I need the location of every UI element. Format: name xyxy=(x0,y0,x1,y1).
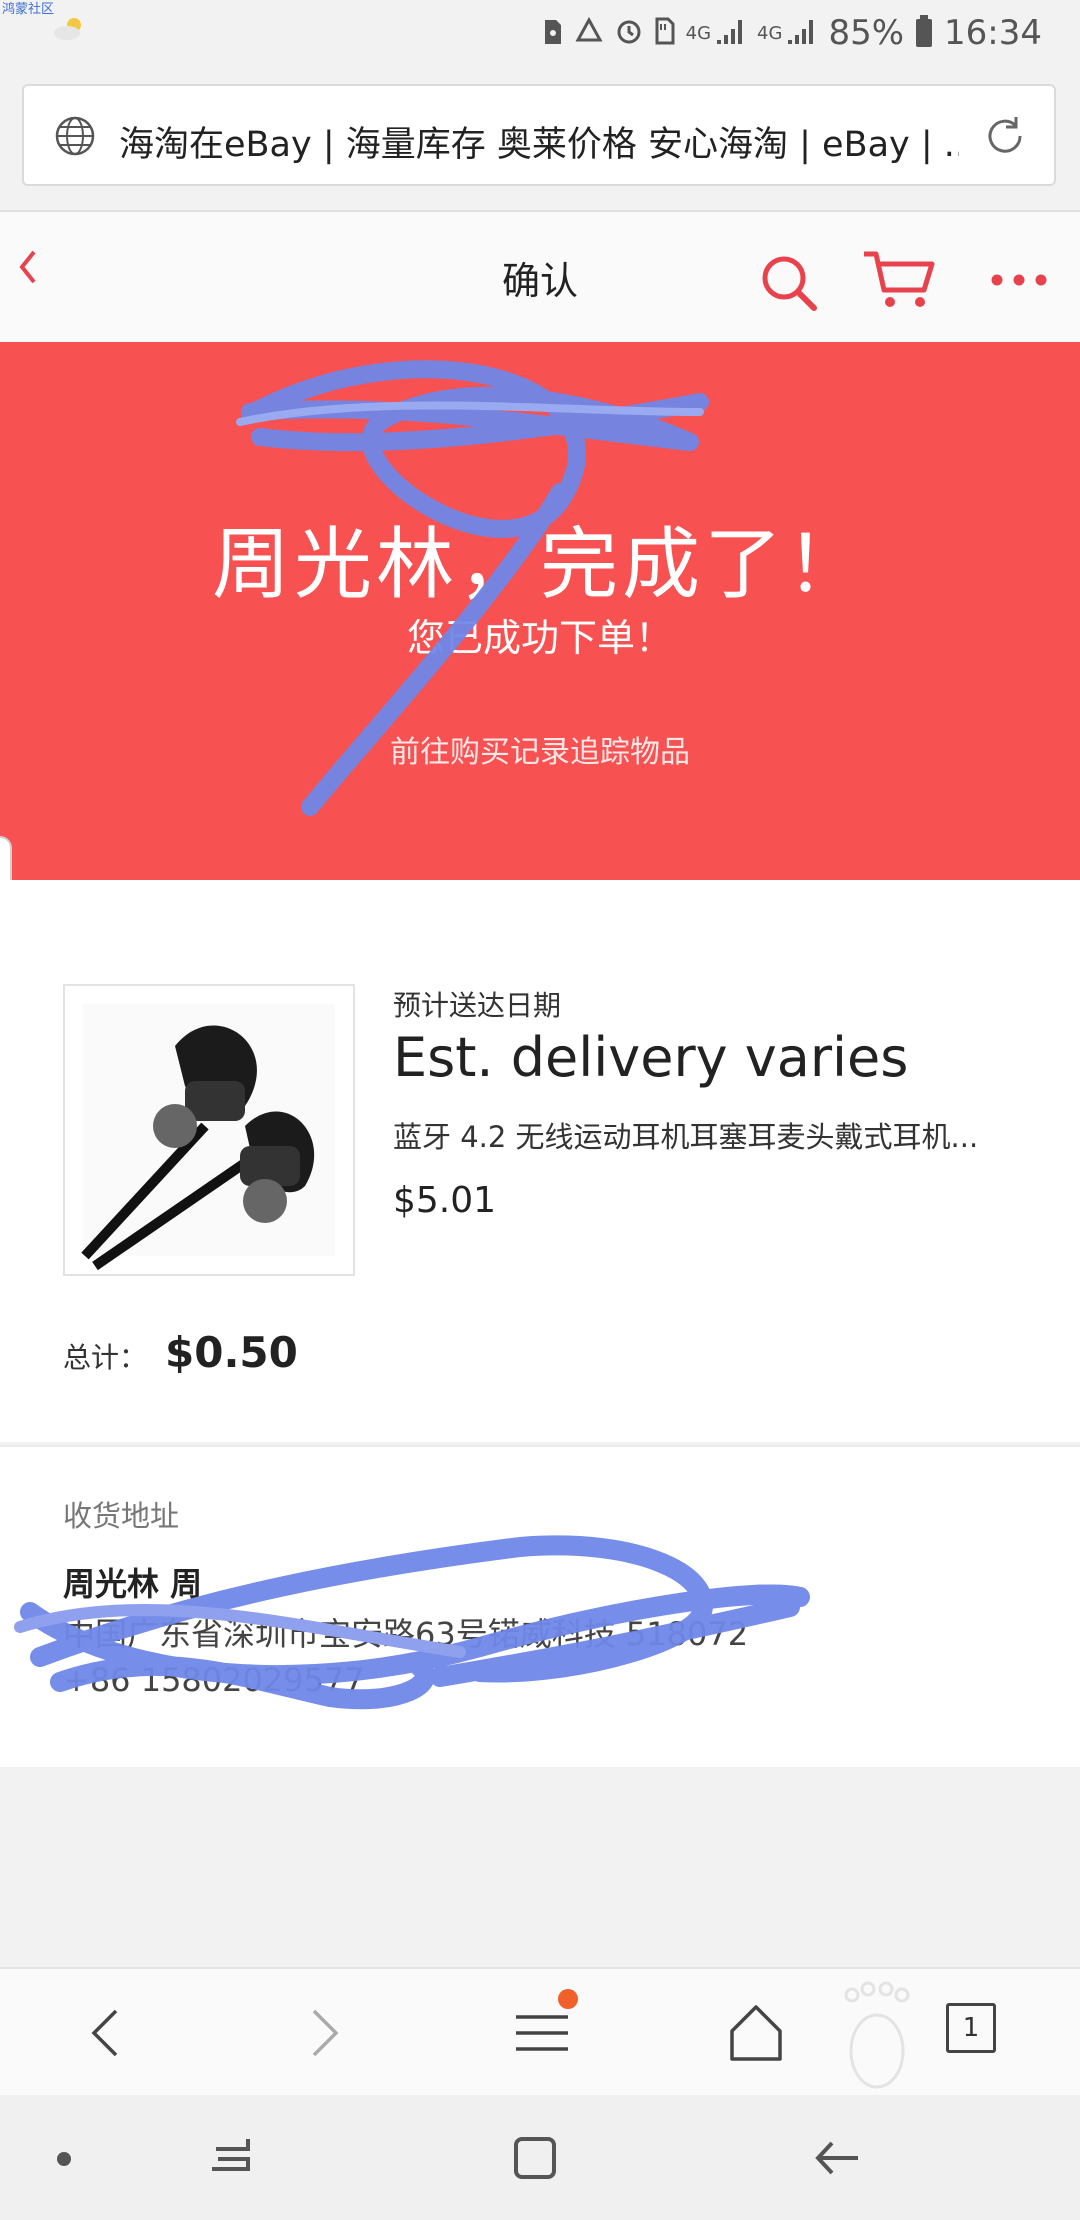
network-type-1: 4G xyxy=(685,22,712,44)
tab-switcher[interactable]: 1 xyxy=(946,2003,996,2053)
status-icons: 4G 4G 85% 16:34 xyxy=(542,8,1042,58)
browser-home-icon[interactable] xyxy=(728,2003,784,2067)
browser-url-bar-area: 海淘在eBay | 海量库存 奥莱价格 安心海淘 | eBay | ... xyxy=(0,66,1080,212)
confirmation-headline: 周光林，完成了！ xyxy=(211,520,868,610)
alarm-icon xyxy=(614,16,644,50)
nav-dot-icon[interactable] xyxy=(56,2151,72,2171)
recipient-name: 周光林 周 xyxy=(63,1565,203,1603)
signal-icon xyxy=(715,16,747,50)
network-type-2: 4G xyxy=(757,22,783,44)
browser-menu-icon[interactable] xyxy=(512,1989,578,2067)
recent-apps-icon[interactable] xyxy=(208,2135,258,2185)
order-summary: 预计送达日期 Est. delivery varies 蓝牙 4.2 无线运动耳… xyxy=(0,880,1080,1442)
confirmation-subtitle: 您已成功下单！ xyxy=(406,616,673,660)
status-bar: 鸿蒙社区 4G 4G 85% 16:34 xyxy=(0,0,1080,66)
menu-notification-dot xyxy=(558,1989,578,2009)
signal-icon-2 xyxy=(786,16,818,50)
reload-icon[interactable] xyxy=(982,113,1028,163)
battery-percent: 85% xyxy=(828,13,905,53)
delivery-date-label: 预计送达日期 xyxy=(393,989,562,1022)
weather-icon xyxy=(52,16,86,46)
home-button-icon[interactable] xyxy=(512,2135,558,2185)
total-label: 总计： xyxy=(63,1341,148,1374)
browser-toolbar: 1 xyxy=(0,1967,1080,2097)
product-thumbnail[interactable] xyxy=(63,984,355,1276)
shipping-address: 收货地址 周光林 周 中国广东省深圳市宝安路63号锘威科技 518072 +86… xyxy=(0,1445,1080,1767)
address-label: 收货地址 xyxy=(63,1499,180,1533)
sd-card-icon xyxy=(654,16,676,50)
more-options-icon[interactable] xyxy=(990,272,1048,291)
page-title-text: 海淘在eBay | 海量库存 奥莱价格 安心海淘 | eBay | ... xyxy=(119,125,959,165)
recycle-icon xyxy=(574,16,604,50)
url-field[interactable]: 海淘在eBay | 海量库存 奥莱价格 安心海淘 | eBay | ... xyxy=(22,84,1056,186)
sim-icon xyxy=(542,16,564,50)
order-total: 总计： $0.50 xyxy=(63,1328,298,1377)
battery-icon xyxy=(914,14,934,52)
globe-icon xyxy=(54,115,96,161)
purchase-history-link[interactable]: 前往购买记录追踪物品 xyxy=(0,727,1080,771)
watermark-footprint-icon xyxy=(832,1981,922,2095)
system-nav-bar xyxy=(0,2095,1080,2220)
system-back-icon[interactable] xyxy=(812,2135,862,2185)
address-line-1: 中国广东省深圳市宝安路63号锘威科技 518072 xyxy=(63,1615,749,1653)
clock: 16:34 xyxy=(944,13,1042,53)
app-header: 确认 xyxy=(0,212,1080,342)
total-value: $0.50 xyxy=(165,1328,298,1377)
tab-count: 1 xyxy=(946,2003,996,2053)
item-price: $5.01 xyxy=(393,1180,497,1221)
browser-forward-icon[interactable] xyxy=(304,2003,344,2067)
delivery-date-value: Est. delivery varies xyxy=(393,1026,909,1089)
cart-icon[interactable] xyxy=(862,248,938,316)
item-title[interactable]: 蓝牙 4.2 无线运动耳机耳塞耳麦头戴式耳机... xyxy=(393,1114,1013,1156)
confirmation-banner: 周光林，完成了！ 您已成功下单！ 前往购买记录追踪物品 xyxy=(0,342,1080,880)
address-phone: +86 15802029577 xyxy=(63,1661,365,1699)
status-tag: 鸿蒙社区 xyxy=(2,2,55,17)
browser-back-icon[interactable] xyxy=(86,2003,126,2067)
search-icon[interactable] xyxy=(758,252,820,318)
